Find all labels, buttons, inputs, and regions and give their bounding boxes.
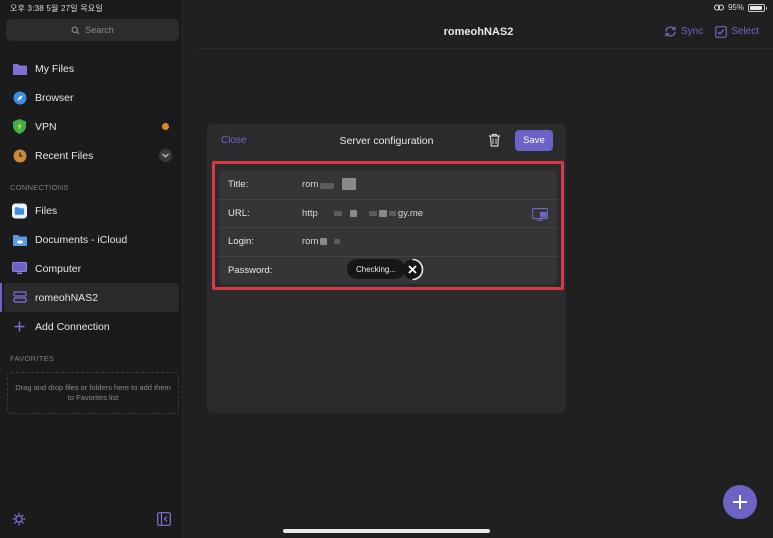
trash-icon[interactable]	[488, 133, 501, 152]
sidebar: 오후 3:38 5월 27일 목요일 Search My Files Brows…	[0, 0, 183, 538]
sidebar-item-label: Documents - iCloud	[35, 234, 128, 247]
sync-label: Sync	[680, 26, 704, 37]
sidebar-item-files[interactable]: Files	[0, 197, 183, 226]
monitor-icon	[12, 261, 27, 276]
sidebar-item-my-files[interactable]: My Files	[0, 55, 183, 84]
checking-text: Checking...	[355, 264, 397, 274]
title-value: rom	[302, 178, 319, 190]
redaction-block	[388, 210, 396, 216]
toolbar: Sync Select	[664, 25, 759, 38]
battery-icon	[748, 3, 767, 12]
nas-icon	[12, 290, 27, 305]
compass-icon	[12, 91, 27, 106]
search-placeholder: Search	[85, 25, 114, 35]
favorites-dropzone[interactable]: Drag and drop files or folders here to a…	[7, 372, 179, 414]
favorites-header: FAVORITES	[10, 354, 55, 363]
dialog-title: Server configuration	[339, 135, 434, 147]
header-divider	[196, 48, 773, 49]
status-right: 95%	[713, 3, 767, 12]
icloud-folder-icon	[12, 233, 27, 248]
title-label: Title:	[228, 178, 249, 190]
sidebar-item-documents-icloud[interactable]: Documents - iCloud	[0, 226, 183, 255]
link-icon	[713, 4, 724, 11]
sidebar-item-label: Files	[35, 205, 58, 218]
chevron-down-icon[interactable]	[159, 149, 172, 163]
connections-nav: Files Documents - iCloud Computer romeoh…	[0, 197, 183, 341]
files-app-icon	[12, 203, 27, 219]
sidebar-item-add-connection[interactable]: Add Connection	[0, 312, 183, 341]
status-time-date: 오후 3:38 5월 27일 목요일	[10, 4, 103, 13]
sidebar-item-label: Computer	[35, 262, 82, 275]
connections-header: CONNECTIONS	[10, 183, 69, 192]
sidebar-item-browser[interactable]: Browser	[0, 84, 183, 113]
redaction-block	[333, 210, 342, 216]
favorites-hint: Drag and drop files or folders here to a…	[15, 382, 171, 402]
sidebar-item-vpn[interactable]: VPN	[0, 113, 183, 142]
add-fab-button[interactable]	[723, 485, 757, 519]
folder-icon	[12, 62, 27, 77]
save-button[interactable]: Save	[515, 130, 553, 151]
search-icon	[71, 26, 80, 34]
redaction-block	[342, 178, 357, 191]
sidebar-item-label: Add Connection	[35, 320, 110, 333]
checking-toast: Checking...	[347, 259, 405, 279]
url-prefix: http	[302, 207, 318, 219]
password-label: Password:	[228, 264, 273, 276]
sidebar-item-romeohnas2[interactable]: romeohNAS2	[0, 283, 179, 313]
collapse-sidebar-icon[interactable]	[157, 512, 171, 531]
server-browse-icon[interactable]	[532, 207, 548, 226]
redaction-block	[320, 182, 335, 189]
home-indicator	[283, 529, 490, 533]
settings-gear-icon[interactable]	[12, 512, 26, 531]
dialog-header: Close Server configuration Save	[207, 124, 566, 156]
sidebar-item-label: Browser	[35, 92, 74, 105]
clock-icon	[12, 148, 27, 163]
login-label: Login:	[228, 236, 254, 248]
sidebar-item-label: Recent Files	[35, 149, 94, 162]
sidebar-item-label: VPN	[35, 120, 57, 133]
cancel-check-spinner[interactable]	[401, 258, 424, 281]
url-field[interactable]: http gy.me	[302, 208, 423, 219]
sidebar-item-recent-files[interactable]: Recent Files	[0, 141, 183, 170]
battery-percent: 95%	[727, 3, 744, 12]
vpn-status-dot	[162, 123, 169, 131]
login-field[interactable]: rom	[302, 236, 341, 248]
redaction-block	[349, 209, 357, 217]
redaction-block	[368, 210, 377, 216]
plus-icon	[12, 319, 27, 334]
redaction-block	[334, 239, 341, 245]
select-button[interactable]: Select	[715, 25, 759, 38]
url-label: URL:	[228, 207, 250, 219]
login-value: rom	[302, 236, 319, 248]
select-label: Select	[731, 26, 759, 37]
redaction-block	[378, 209, 387, 217]
checkbox-icon	[715, 25, 728, 38]
title-field[interactable]: rom	[302, 178, 357, 191]
url-row[interactable]: URL: http gy.me	[219, 198, 557, 228]
login-row[interactable]: Login: rom	[219, 227, 557, 256]
sidebar-item-computer[interactable]: Computer	[0, 255, 183, 284]
sidebar-item-label: romeohNAS2	[35, 291, 99, 304]
plus-icon	[733, 495, 747, 509]
search-input[interactable]: Search	[6, 19, 179, 41]
sync-button[interactable]: Sync	[664, 25, 703, 38]
redaction-block	[320, 238, 328, 246]
url-suffix: gy.me	[397, 207, 424, 219]
sync-icon	[665, 26, 676, 37]
main-nav: My Files Browser VPN Recent Files	[0, 55, 183, 170]
sidebar-item-label: My Files	[35, 63, 75, 76]
title-row[interactable]: Title: rom	[219, 170, 557, 199]
shield-icon	[12, 119, 27, 135]
